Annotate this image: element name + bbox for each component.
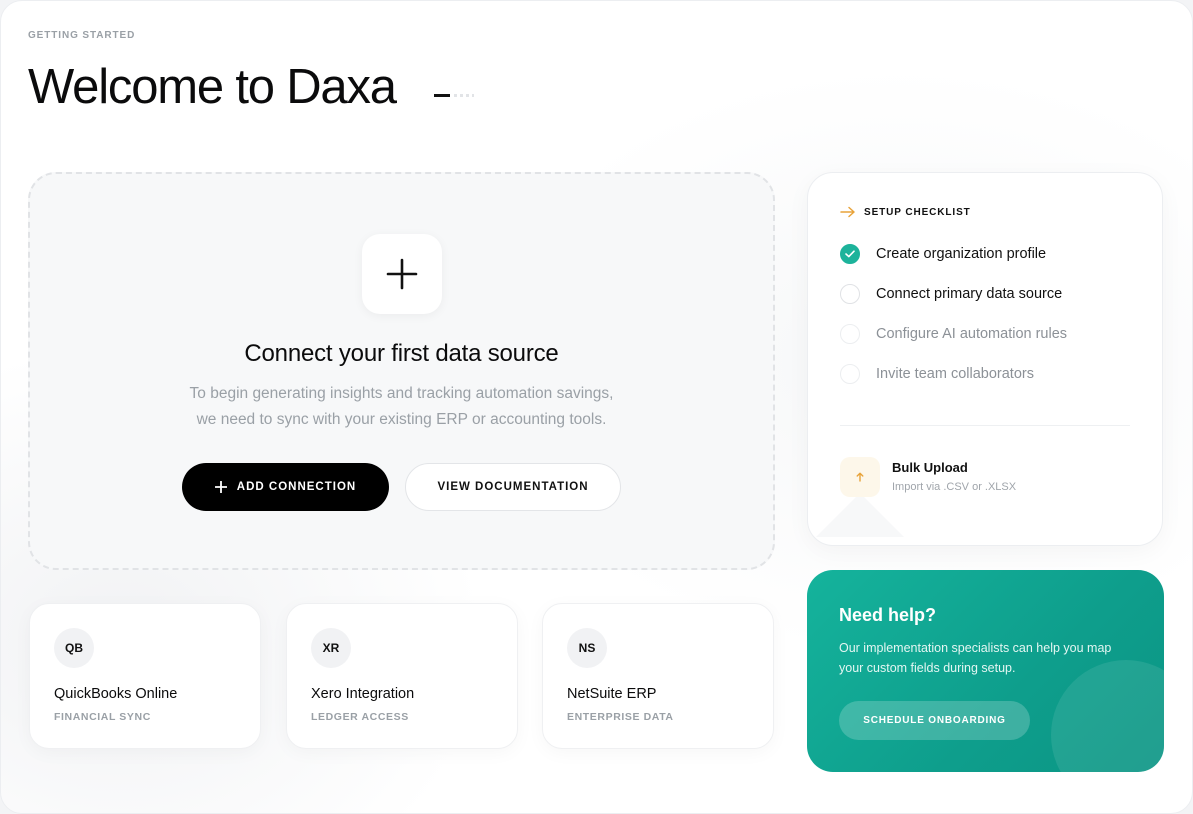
integration-name: QuickBooks Online bbox=[54, 686, 178, 702]
page-eyebrow: GETTING STARTED bbox=[28, 30, 136, 41]
dropzone-description-line: we need to sync with your existing ERP o… bbox=[196, 411, 607, 428]
checklist-item-label: Configure AI automation rules bbox=[876, 326, 1068, 342]
help-description-line: your custom fields during setup. bbox=[839, 661, 1016, 675]
help-description: Our implementation specialists can help … bbox=[839, 638, 1111, 678]
integration-badge: XR bbox=[311, 628, 351, 668]
checklist-item-label: Invite team collaborators bbox=[876, 366, 1034, 382]
checklist-header: SETUP CHECKLIST bbox=[840, 206, 971, 218]
integration-subtitle: FINANCIAL SYNC bbox=[54, 711, 151, 723]
checklist-item-label: Connect primary data source bbox=[876, 286, 1063, 302]
arrow-right-icon bbox=[840, 206, 855, 218]
checklist-item[interactable]: Configure AI automation rules bbox=[840, 324, 1067, 344]
bulk-upload-button[interactable]: Bulk Upload Import via .CSV or .XLSX bbox=[840, 457, 1100, 503]
checkmark-icon bbox=[840, 244, 860, 264]
typing-trail bbox=[454, 94, 474, 97]
bulk-upload-title: Bulk Upload bbox=[892, 460, 968, 475]
plus-icon[interactable] bbox=[362, 234, 442, 314]
view-documentation-label: VIEW DOCUMENTATION bbox=[437, 481, 589, 493]
checklist-item-label: Create organization profile bbox=[876, 246, 1047, 262]
integration-card-netsuite[interactable]: NS NetSuite ERP ENTERPRISE DATA bbox=[542, 603, 774, 749]
integration-subtitle: ENTERPRISE DATA bbox=[567, 711, 674, 723]
page-title: Welcome to Daxa bbox=[28, 60, 397, 114]
add-connection-button[interactable]: ADD CONNECTION bbox=[182, 463, 389, 511]
integration-name: NetSuite ERP bbox=[567, 686, 657, 702]
integration-badge: NS bbox=[567, 628, 607, 668]
upload-arrow-icon bbox=[840, 457, 880, 497]
integration-subtitle: LEDGER ACCESS bbox=[311, 711, 409, 723]
help-card: Need help? Our implementation specialist… bbox=[807, 570, 1164, 772]
connect-dropzone[interactable]: Connect your first data source To begin … bbox=[28, 172, 775, 570]
setup-checklist-card: SETUP CHECKLIST Create organization prof… bbox=[807, 172, 1163, 546]
checklist-item[interactable]: Invite team collaborators bbox=[840, 364, 1034, 384]
checklist-item[interactable]: Connect primary data source bbox=[840, 284, 1062, 304]
bulk-upload-subtitle: Import via .CSV or .XLSX bbox=[892, 481, 1017, 493]
typing-cursor bbox=[434, 94, 450, 97]
empty-circle-icon bbox=[840, 364, 860, 384]
dropzone-title: Connect your first data source bbox=[244, 340, 559, 367]
checklist-heading: SETUP CHECKLIST bbox=[864, 206, 971, 218]
integration-name: Xero Integration bbox=[311, 686, 415, 702]
integration-badge: QB bbox=[54, 628, 94, 668]
schedule-onboarding-button[interactable]: SCHEDULE ONBOARDING bbox=[839, 701, 1030, 740]
add-connection-label: ADD CONNECTION bbox=[236, 481, 357, 493]
app-window: GETTING STARTED Welcome to Daxa Connect … bbox=[0, 0, 1193, 814]
empty-circle-icon bbox=[840, 284, 860, 304]
plus-icon bbox=[214, 481, 227, 493]
empty-circle-icon bbox=[840, 324, 860, 344]
help-description-line: Our implementation specialists can help … bbox=[839, 641, 1112, 655]
help-title: Need help? bbox=[839, 605, 937, 625]
dropzone-description: To begin generating insights and trackin… bbox=[30, 381, 773, 433]
schedule-onboarding-label: SCHEDULE ONBOARDING bbox=[863, 715, 1006, 726]
view-documentation-button[interactable]: VIEW DOCUMENTATION bbox=[405, 463, 621, 511]
checklist-divider bbox=[840, 425, 1130, 426]
integration-card-xero[interactable]: XR Xero Integration LEDGER ACCESS bbox=[286, 603, 518, 749]
integration-card-quickbooks[interactable]: QB QuickBooks Online FINANCIAL SYNC bbox=[29, 603, 261, 749]
checklist-item[interactable]: Create organization profile bbox=[840, 244, 1046, 264]
dropzone-description-line: To begin generating insights and trackin… bbox=[189, 385, 614, 402]
